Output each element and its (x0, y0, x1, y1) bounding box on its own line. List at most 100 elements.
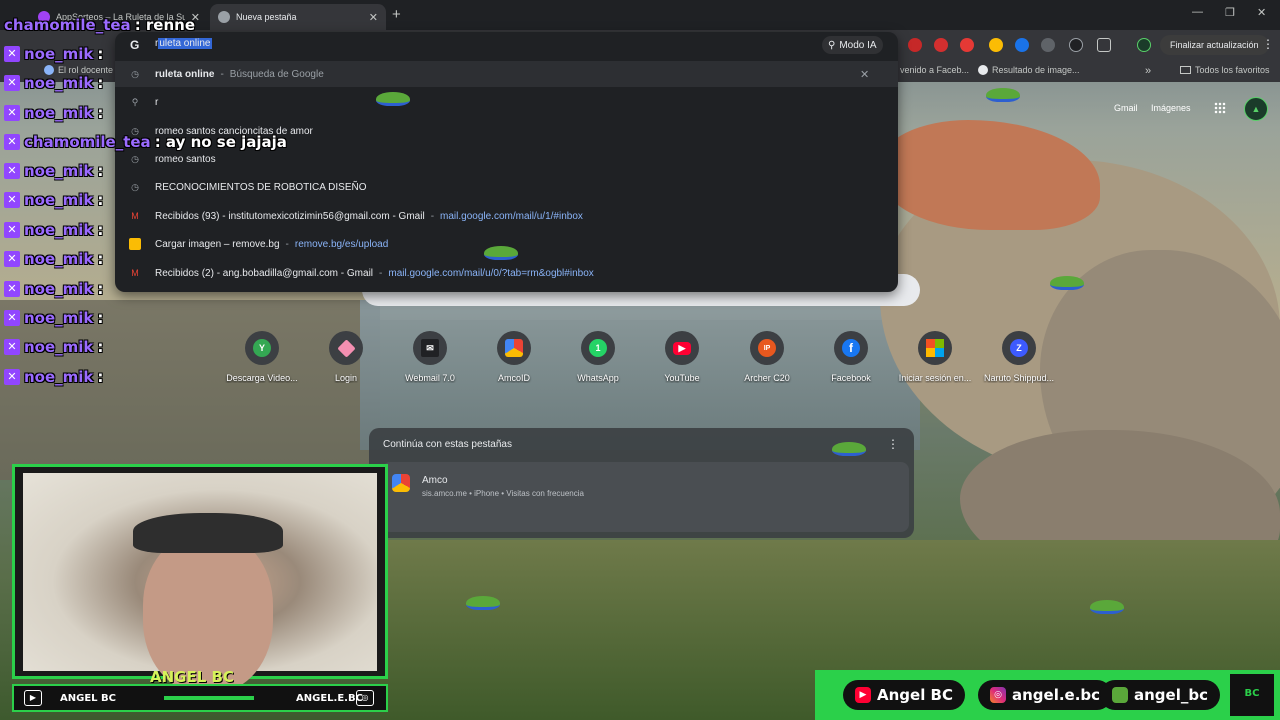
more-options-icon[interactable]: ⋮ (887, 437, 899, 451)
chat-username: noe_mik (24, 280, 94, 298)
chat-username: noe_mik (24, 74, 94, 92)
shortcut-youtube[interactable]: ▶ YouTube (642, 331, 722, 383)
continue-tab-title: Amco (422, 475, 448, 486)
shortcut-webmail[interactable]: ✉ Webmail 7.0 (390, 331, 470, 383)
remove-suggestion-icon[interactable]: ✕ (860, 68, 869, 81)
shortcut-label: Iniciar sesión en... (898, 373, 972, 383)
shortcut-microsoft[interactable]: Iniciar sesión en... (895, 331, 975, 383)
twitch-badge-icon: ✕ (4, 75, 20, 91)
account-avatar[interactable]: ▲ (1244, 97, 1268, 121)
twitch-badge-icon: ✕ (4, 163, 20, 179)
ai-search-icon: ⚲ (828, 39, 836, 51)
extension-icon[interactable] (934, 38, 948, 52)
new-extension-icon[interactable] (960, 38, 974, 52)
suggestion-main: ruleta online (155, 68, 215, 80)
chat-message: ✕ noe_mik: (4, 221, 103, 239)
omnibox-suggestion[interactable]: ◷ ruleta online - Búsqueda de Google ✕ (115, 61, 898, 87)
window-close-icon[interactable]: ✕ (1257, 6, 1266, 19)
chat-username: noe_mik (24, 309, 94, 327)
extension-icon[interactable] (1015, 38, 1029, 52)
extension-icon[interactable] (1069, 38, 1083, 52)
shortcut-label: Descarga Video... (226, 373, 298, 383)
tab-title: Nueva pestaña (236, 12, 297, 22)
chevron-more-icon[interactable]: » (1145, 65, 1151, 77)
twitch-badge-icon: ✕ (4, 251, 20, 267)
webcam-frame (12, 464, 388, 693)
twitch-badge-icon: ✕ (4, 339, 20, 355)
extensions-puzzle-icon[interactable] (1097, 38, 1111, 52)
shortcut-label: Archer C20 (744, 373, 790, 383)
shortcut-tile: IP (750, 331, 784, 365)
chat-text: : (97, 368, 104, 386)
webcam-feed (23, 473, 377, 693)
extension-icon[interactable] (1041, 38, 1055, 52)
adblock-extension-icon[interactable] (908, 38, 922, 52)
continue-tab-item[interactable]: Amco sis.amco.me • iPhone • Visitas con … (382, 462, 909, 532)
shortcut-tile: 1 (581, 331, 615, 365)
webcam-social-bar: ▶ ANGEL BC ANGEL.E.BC ◎ (12, 684, 388, 712)
shortcut-label: Webmail 7.0 (405, 373, 455, 383)
bookmark-item[interactable]: venido a Faceb... (900, 65, 969, 75)
all-bookmarks-folder[interactable]: Todos los favoritos (1180, 65, 1270, 75)
chrome-extension-icon[interactable] (989, 38, 1003, 52)
omnibox-text[interactable]: ruleta online (155, 38, 212, 49)
shortcut-archer[interactable]: IP Archer C20 (727, 331, 807, 383)
chat-message: ✕ noe_mik: (4, 250, 103, 268)
shortcut-amcoid[interactable]: AmcoID (474, 331, 554, 383)
continue-tabs-header: Continúa con estas pestañas (383, 439, 512, 450)
chat-text: : (97, 45, 104, 63)
ai-mode-button[interactable]: ⚲ Modo IA (822, 36, 883, 54)
shortcut-facebook[interactable]: f Facebook (811, 331, 891, 383)
shortcut-label: WhatsApp (577, 373, 619, 383)
removebg-icon (129, 238, 141, 250)
microsoft-icon (926, 339, 944, 357)
profile-avatar[interactable] (1137, 38, 1151, 52)
shortcut-descarga-video[interactable]: Y Descarga Video... (222, 331, 302, 383)
twitch-badge-icon: ✕ (4, 46, 20, 62)
restore-icon[interactable]: ❐ (1225, 6, 1235, 19)
shortcut-label: AmcoID (497, 373, 530, 383)
suggestion-main: romeo santos (155, 153, 216, 165)
chat-message: ✕ noe_mik: (4, 309, 103, 327)
bookmark-label: venido a Faceb... (900, 65, 970, 75)
instagram-pill: ◎ angel.e.bc (978, 680, 1113, 710)
tiktok-pill: angel_bc (1100, 680, 1220, 710)
frog-emote-icon (1050, 276, 1084, 290)
shortcut-tile: f (834, 331, 868, 365)
webcam-bar-accent (164, 696, 254, 700)
omnibox-suggestion[interactable]: M Recibidos (2) - ang.bobadilla@gmail.co… (115, 260, 898, 286)
search-icon: ⚲ (131, 97, 139, 107)
suggestion-separator: - (379, 267, 383, 279)
bookmark-label: Resultado de image... (992, 65, 1080, 75)
bookmark-item[interactable]: Resultado de image... (978, 65, 1080, 75)
instagram-icon: ◎ (356, 690, 374, 706)
gmail-link[interactable]: Gmail (1114, 103, 1138, 113)
twitch-badge-icon: ✕ (4, 192, 20, 208)
frog-emote-icon (832, 442, 866, 456)
omnibox-suggestion[interactable]: ◷ RECONOCIMIENTOS DE ROBOTICA DISEÑO (115, 174, 898, 200)
chat-text: : (97, 162, 104, 180)
close-icon[interactable]: ✕ (369, 11, 378, 24)
gmail-icon: M (131, 211, 139, 221)
omnibox-input[interactable]: G ruleta online ⚲ Modo IA (115, 32, 898, 58)
google-apps-icon[interactable] (1214, 102, 1226, 114)
bookmark-label: Todos los favoritos (1195, 65, 1270, 75)
images-link[interactable]: Imágenes (1151, 103, 1191, 113)
shortcut-whatsapp[interactable]: 1 WhatsApp (558, 331, 638, 383)
social-banner: ▶ Angel BC ◎ angel.e.bc angel_bc (815, 670, 1280, 720)
chat-message: ✕ noe_mik: (4, 45, 103, 63)
new-tab-plus-icon[interactable]: + (392, 6, 401, 23)
minimize-icon[interactable]: — (1192, 6, 1203, 18)
shortcut-naruto[interactable]: Z Naruto Shippud... (979, 331, 1059, 383)
omnibox-suggestion[interactable]: M Recibidos (93) - institutomexicotizimi… (115, 203, 898, 229)
amco-icon (392, 474, 410, 492)
chat-username: noe_mik (24, 45, 94, 63)
continue-tabs-card: Continúa con estas pestañas ⋮ Amco sis.a… (369, 428, 914, 538)
menu-kebab-icon[interactable]: ⋮ (1262, 37, 1274, 51)
google-icon: G (130, 38, 140, 52)
shortcut-login[interactable]: Login (306, 331, 386, 383)
omnibox-suggestion[interactable]: ⚲ r (115, 89, 898, 115)
tab-new-tab[interactable]: Nueva pestaña ✕ (210, 4, 386, 30)
youtube-icon: ▶ (673, 341, 691, 355)
finish-update-button[interactable]: Finalizar actualización (1160, 35, 1269, 55)
